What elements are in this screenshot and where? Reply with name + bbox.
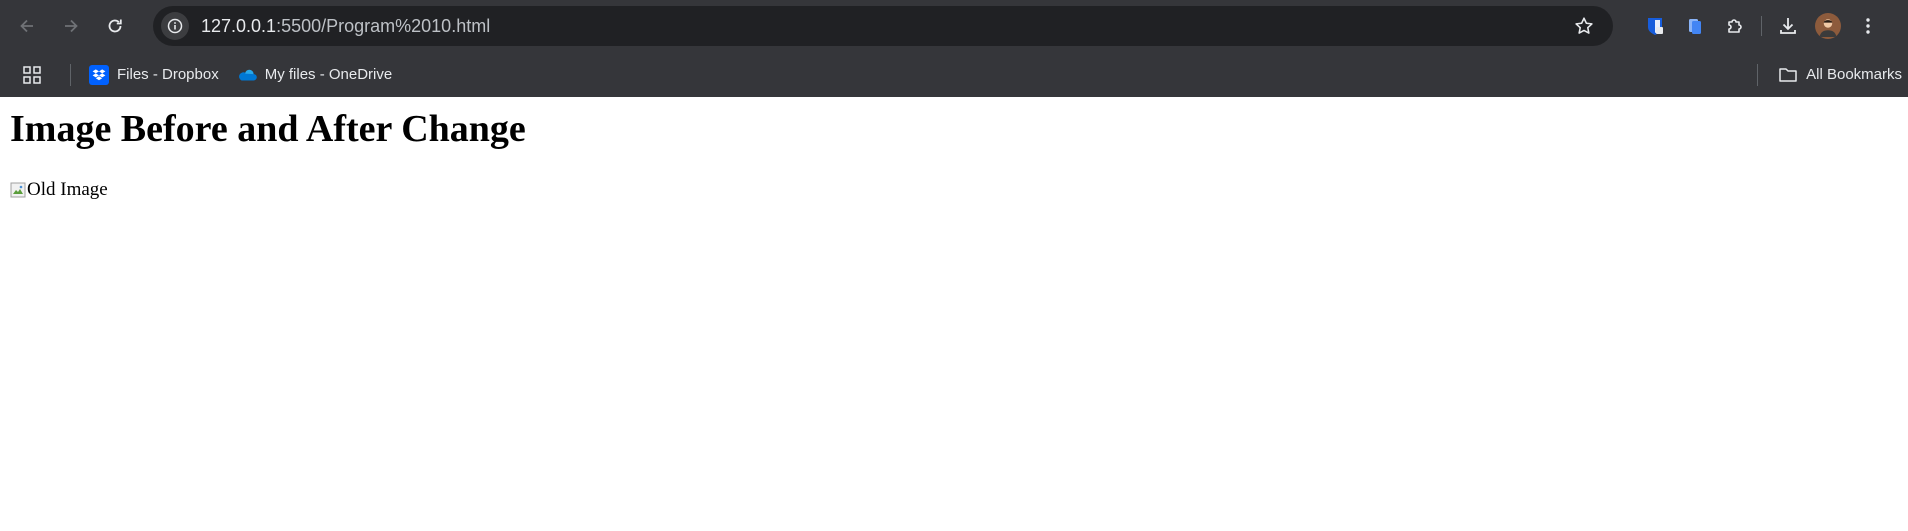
all-bookmarks-button[interactable]: All Bookmarks (1778, 65, 1902, 85)
profile-button[interactable] (1808, 6, 1848, 46)
kebab-menu-icon (1866, 18, 1870, 34)
reload-icon (108, 19, 122, 33)
person-icon (1819, 19, 1837, 37)
all-bookmarks-label: All Bookmarks (1806, 66, 1902, 83)
shield-icon (1648, 18, 1663, 35)
all-bookmarks-area: All Bookmarks (1757, 52, 1902, 97)
bookmarks-divider (1757, 63, 1759, 86)
arrow-left-icon (20, 19, 33, 33)
avatar (1815, 13, 1841, 39)
bookmarks-bar: Files - Dropbox My files - OneDrive All … (0, 52, 1908, 97)
arrow-right-icon (65, 19, 78, 33)
reload-button[interactable] (97, 8, 133, 44)
browser-toolbar: 127.0.0.1:5500/Program%2010.html (0, 0, 1908, 52)
clipboard-extension-button[interactable] (1675, 6, 1715, 46)
broken-image: Old Image (10, 179, 108, 201)
url-path: :5500/Program%2010.html (276, 15, 491, 36)
extensions-area (1635, 6, 1888, 46)
address-bar[interactable]: 127.0.0.1:5500/Program%2010.html (153, 6, 1613, 46)
downloads-button[interactable] (1768, 6, 1808, 46)
bitwarden-extension-button[interactable] (1635, 6, 1675, 46)
puzzle-icon (1728, 19, 1742, 33)
info-icon (167, 18, 183, 34)
url-text[interactable]: 127.0.0.1:5500/Program%2010.html (201, 16, 490, 37)
url-host: 127.0.0.1 (201, 15, 277, 36)
bookmark-star-icon[interactable] (1573, 15, 1595, 37)
bookmark-onedrive[interactable]: My files - OneDrive (237, 65, 393, 85)
bookmarks-divider (70, 63, 71, 86)
bookmark-dropbox[interactable]: Files - Dropbox (89, 64, 219, 85)
folder-icon (1778, 65, 1798, 85)
back-button[interactable] (9, 8, 45, 44)
image-alt-text: Old Image (27, 178, 108, 200)
bookmark-label: My files - OneDrive (264, 66, 393, 83)
download-icon (1780, 18, 1796, 34)
forward-button[interactable] (53, 8, 89, 44)
site-info-button[interactable] (161, 12, 189, 40)
page-content: Image Before and After Change Old Image (0, 107, 1908, 203)
page-title: Image Before and After Change (10, 108, 526, 150)
onedrive-icon (237, 65, 257, 85)
dropbox-icon (89, 64, 109, 85)
apps-grid-icon[interactable] (22, 65, 42, 85)
menu-button[interactable] (1848, 6, 1888, 46)
extensions-button[interactable] (1715, 6, 1755, 46)
toolbar-divider (1761, 16, 1762, 36)
clipboard-icon (1689, 19, 1701, 34)
broken-image-icon (10, 182, 26, 198)
bookmark-label: Files - Dropbox (117, 66, 219, 83)
